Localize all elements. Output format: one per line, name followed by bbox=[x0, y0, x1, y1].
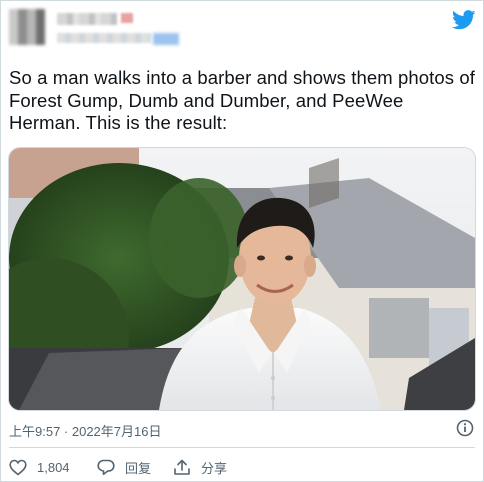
tweet-timestamp[interactable]: 上午9:57 · 2022年7月16日 bbox=[9, 421, 161, 440]
tweet-card: So a man walks into a barber and shows t… bbox=[0, 0, 484, 482]
avatar[interactable] bbox=[9, 9, 45, 45]
reply-label: 回复 bbox=[125, 460, 152, 476]
handle-redacted[interactable] bbox=[57, 33, 151, 43]
divider bbox=[9, 447, 475, 448]
tweet-text: So a man walks into a barber and shows t… bbox=[9, 67, 481, 133]
heart-icon bbox=[9, 459, 27, 476]
share-label: 分享 bbox=[201, 460, 228, 476]
redaction-pixel bbox=[121, 13, 133, 23]
like-button[interactable]: 1,804 bbox=[9, 457, 70, 477]
share-button[interactable]: 分享 bbox=[173, 457, 227, 477]
tweet-photo[interactable] bbox=[8, 147, 476, 411]
like-count: 1,804 bbox=[37, 459, 70, 475]
redaction-pixel bbox=[153, 33, 179, 45]
twitter-bird-icon[interactable] bbox=[452, 10, 476, 30]
photo-image bbox=[9, 148, 475, 410]
display-name-redacted[interactable] bbox=[57, 13, 117, 25]
info-icon[interactable] bbox=[456, 419, 474, 437]
share-upload-icon bbox=[174, 459, 190, 475]
speech-bubble-icon bbox=[97, 459, 115, 475]
reply-button[interactable]: 回复 bbox=[97, 457, 151, 477]
